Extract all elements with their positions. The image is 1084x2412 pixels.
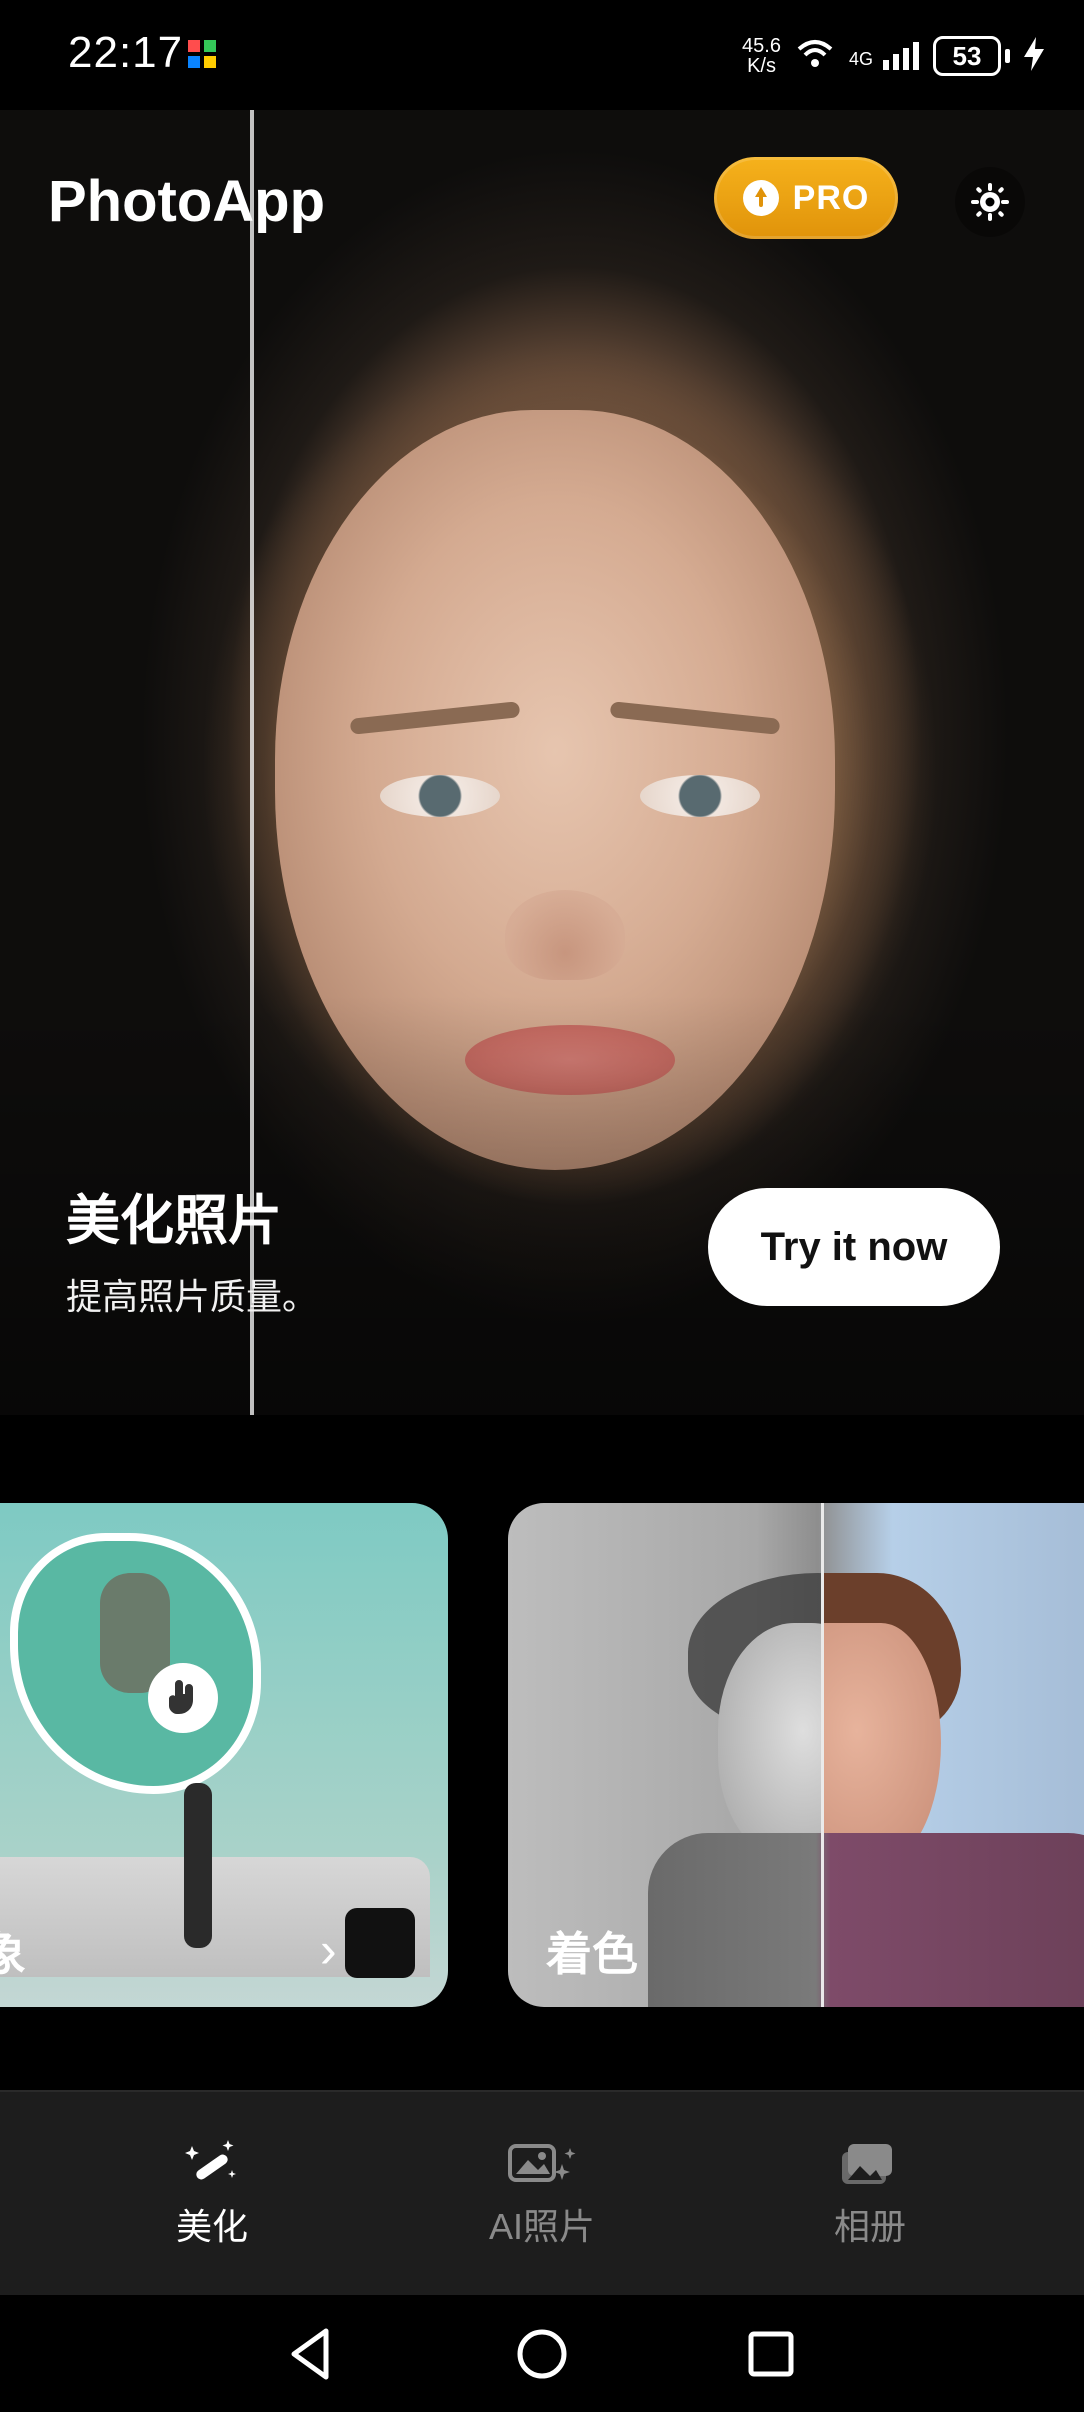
pro-label: PRO [792, 178, 870, 217]
album-icon [842, 2143, 892, 2184]
card-colorize[interactable]: 着色 [508, 1503, 1084, 2007]
gear-icon [971, 183, 1009, 221]
charging-icon [1024, 36, 1044, 76]
try-it-now-button[interactable]: Try it now [708, 1188, 1000, 1306]
upgrade-arrow-icon [742, 180, 779, 216]
status-time: 22:17 [68, 28, 184, 77]
ai-photos-icon [508, 2143, 576, 2182]
back-icon [291, 2328, 329, 2379]
card-label: 象 [0, 1928, 26, 1980]
man-figure [184, 1783, 212, 1948]
bottom-navigation: 美化 AI照片 相册 [0, 2090, 1084, 2297]
status-bar: 22:17 45.6 K/s 4G 53 [0, 0, 1084, 110]
magic-wand-icon [185, 2139, 236, 2179]
card-cutout[interactable]: 象 › [0, 1503, 448, 2007]
home-icon [517, 2329, 567, 2378]
color-face [821, 1623, 941, 1863]
app-title: PhotoApp [48, 169, 326, 234]
hero-title: 美化照片 [66, 1191, 282, 1251]
nav-label: 美化 [175, 2205, 248, 2247]
compare-divider [821, 1503, 824, 2007]
hero-eye-left [380, 775, 500, 817]
status-right: 45.6 K/s 4G 53 [742, 26, 1044, 86]
nav-ai-photos[interactable]: AI照片 [442, 2092, 642, 2297]
motor [345, 1908, 415, 1978]
settings-button[interactable] [955, 167, 1025, 237]
hand-pointer-icon [148, 1663, 218, 1733]
wifi-icon [795, 37, 835, 76]
chevron-right-icon: › [320, 1922, 337, 1978]
recents-button[interactable] [711, 2295, 831, 2412]
recents-icon [748, 2331, 794, 2376]
hero-subtitle: 提高照片质量。 [66, 1276, 319, 1317]
battery-tip [1005, 49, 1010, 63]
hero-banner: PhotoApp PRO 美化照片 提高照片质量。 Try it now [0, 110, 1084, 1415]
battery-icon: 53 [933, 36, 1001, 76]
hero-eye-right [640, 775, 760, 817]
home-button[interactable] [482, 2295, 602, 2412]
nav-label: 相册 [833, 2205, 906, 2247]
app-badge-icon [186, 38, 218, 70]
nav-label: AI照片 [488, 2205, 595, 2247]
net-speed: 45.6 K/s [742, 35, 781, 77]
feature-cards: 象 › 着色 [0, 1503, 1084, 2007]
hero-nose [505, 890, 625, 980]
nav-beautify[interactable]: 美化 [112, 2092, 312, 2297]
signal-icon: 4G [849, 42, 919, 70]
card-label: 着色 [546, 1928, 638, 1980]
pro-button[interactable]: PRO [714, 157, 898, 239]
dress [648, 1833, 1084, 2007]
back-button[interactable] [251, 2295, 371, 2412]
system-navigation [0, 2295, 1084, 2412]
nav-album[interactable]: 相册 [770, 2092, 970, 2297]
